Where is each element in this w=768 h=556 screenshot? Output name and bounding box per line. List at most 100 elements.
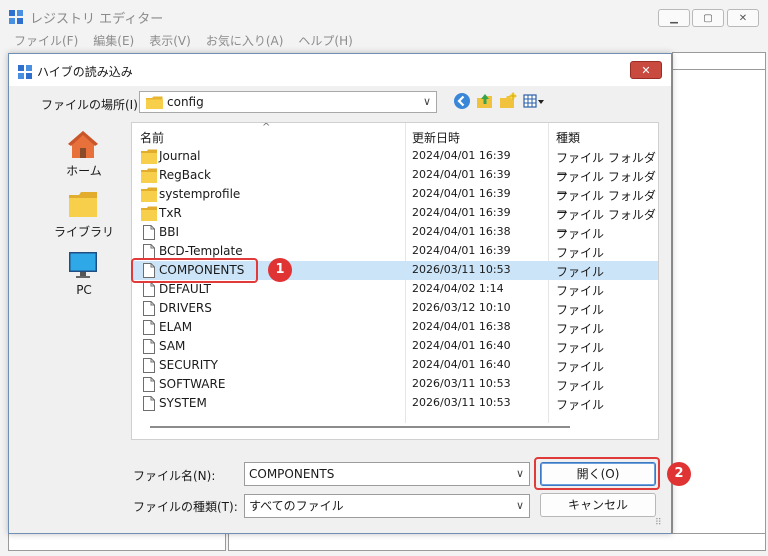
file-row[interactable]: SECURITY 2024/04/01 16:40 ファイル (132, 356, 658, 375)
place-pc[interactable]: PC (19, 243, 134, 301)
column-header-type[interactable]: 種類 (556, 129, 580, 146)
file-name: TxR (159, 206, 182, 220)
file-name: Journal (159, 149, 201, 163)
file-date: 2024/04/01 16:38 (412, 320, 511, 333)
file-type: ファイル (556, 322, 605, 336)
file-type: ファイル (556, 379, 605, 393)
dialog-title: ハイブの読み込み (37, 65, 133, 79)
file-date: 2024/04/01 16:40 (412, 339, 511, 352)
file-icon (143, 396, 155, 411)
new-folder-icon[interactable] (499, 92, 517, 110)
maximize-icon: ▢ (703, 12, 713, 24)
file-type: ファイル (556, 227, 605, 241)
file-name: SECURITY (159, 358, 218, 372)
place-libraries[interactable]: ライブラリ (19, 183, 134, 241)
file-name-value: COMPONENTS (249, 467, 335, 481)
menu-view[interactable]: 表示(V) (149, 32, 191, 50)
file-type: ファイル (556, 284, 605, 298)
place-home-label: ホーム (66, 164, 102, 178)
file-row[interactable]: BBI 2024/04/01 16:38 ファイル (132, 223, 658, 242)
file-name-input[interactable]: COMPONENTS ∨ (244, 462, 530, 486)
file-row[interactable]: systemprofile 2024/04/01 16:39 ファイル フォルダー (132, 185, 658, 220)
horizontal-scrollbar[interactable] (150, 426, 570, 428)
close-icon: ✕ (738, 12, 748, 24)
file-type: ファイル (556, 246, 605, 260)
folder-icon (141, 168, 157, 183)
file-date: 2024/04/01 16:38 (412, 225, 511, 238)
registry-editor-titlebar: レジストリ エディター ▁ ▢ ✕ (0, 0, 768, 32)
file-icon (143, 377, 155, 392)
file-date: 2024/04/01 16:39 (412, 187, 511, 200)
file-type-value: すべてのファイル (249, 499, 344, 513)
file-date: 2026/03/12 10:10 (412, 301, 511, 314)
file-icon (143, 282, 155, 297)
file-row[interactable]: RegBack 2024/04/01 16:39 ファイル フォルダー (132, 166, 658, 201)
file-type: ファイル (556, 265, 605, 279)
up-folder-icon[interactable] (476, 92, 494, 110)
highlight-components (131, 258, 258, 283)
registry-app-icon (9, 10, 23, 24)
registry-menubar: ファイル(F) 編集(E) 表示(V) お気に入り(A) ヘルプ(H) (0, 32, 768, 50)
file-row[interactable]: ELAM 2024/04/01 16:38 ファイル (132, 318, 658, 337)
menu-file[interactable]: ファイル(F) (14, 32, 78, 50)
file-row[interactable]: SYSTEM 2026/03/11 10:53 ファイル (132, 394, 658, 413)
file-name: RegBack (159, 168, 211, 182)
view-menu-icon[interactable] (523, 92, 545, 110)
menu-favorites[interactable]: お気に入り(A) (206, 32, 284, 50)
file-row[interactable]: SOFTWARE 2026/03/11 10:53 ファイル (132, 375, 658, 394)
file-row[interactable]: SAM 2024/04/01 16:40 ファイル (132, 337, 658, 356)
minimize-button[interactable]: ▁ (658, 9, 690, 27)
chevron-down-icon[interactable]: ∨ (516, 463, 524, 485)
annotation-badge-2: 2 (667, 462, 691, 486)
file-name: BCD-Template (159, 244, 243, 258)
file-type-combo[interactable]: すべてのファイル ∨ (244, 494, 530, 518)
file-icon (143, 358, 155, 373)
file-name-label: ファイル名(N): (133, 469, 216, 483)
home-icon (68, 131, 98, 158)
file-name: DEFAULT (159, 282, 211, 296)
highlight-open-button (534, 457, 660, 490)
minimize-icon: ▁ (670, 12, 678, 24)
file-name: SYSTEM (159, 396, 207, 410)
file-row[interactable]: DRIVERS 2026/03/12 10:10 ファイル (132, 299, 658, 318)
look-in-label: ファイルの場所(I): (41, 98, 142, 112)
file-row[interactable]: TxR 2024/04/01 16:39 ファイル フォルダー (132, 204, 658, 239)
file-date: 2024/04/01 16:40 (412, 358, 511, 371)
maximize-button[interactable]: ▢ (692, 9, 724, 27)
tree-pane (8, 533, 226, 551)
file-type: ファイル (556, 398, 605, 412)
place-home[interactable]: ホーム (19, 122, 134, 180)
values-pane-header (672, 52, 766, 70)
file-icon (143, 244, 155, 259)
menu-edit[interactable]: 編集(E) (93, 32, 134, 50)
look-in-combo[interactable]: config ∨ (139, 91, 437, 113)
file-date: 2026/03/11 10:53 (412, 377, 511, 390)
file-name: SAM (159, 339, 186, 353)
resize-grip-icon[interactable]: ⠿ (655, 518, 662, 528)
registry-editor-title: レジストリ エディター (30, 12, 164, 27)
places-bar: ホーム ライブラリ PC (19, 122, 134, 434)
pc-monitor-icon (69, 252, 97, 278)
folder-icon (141, 187, 157, 202)
place-libraries-label: ライブラリ (53, 225, 114, 239)
file-name: SOFTWARE (159, 377, 226, 391)
column-header-name[interactable]: 名前 (140, 129, 164, 146)
back-icon[interactable] (453, 92, 471, 110)
cancel-button[interactable]: キャンセル (540, 493, 656, 517)
close-button[interactable]: ✕ (727, 9, 759, 27)
file-name: ELAM (159, 320, 193, 334)
menu-help[interactable]: ヘルプ(H) (298, 32, 352, 50)
folder-icon (141, 149, 157, 164)
dialog-close-button[interactable]: ✕ (630, 61, 662, 79)
file-date: 2026/03/11 10:53 (412, 263, 511, 276)
file-icon (143, 339, 155, 354)
libraries-folder-icon (69, 192, 97, 217)
annotation-badge-1: 1 (268, 258, 292, 282)
file-date: 2024/04/01 16:39 (412, 206, 511, 219)
column-header-date[interactable]: 更新日時 (412, 129, 460, 146)
file-type: ファイル (556, 360, 605, 374)
place-pc-label: PC (76, 283, 92, 297)
values-pane-bottom (228, 533, 766, 551)
chevron-down-icon: ∨ (422, 95, 431, 108)
file-row[interactable]: Journal 2024/04/01 16:39 ファイル フォルダー (132, 147, 658, 182)
